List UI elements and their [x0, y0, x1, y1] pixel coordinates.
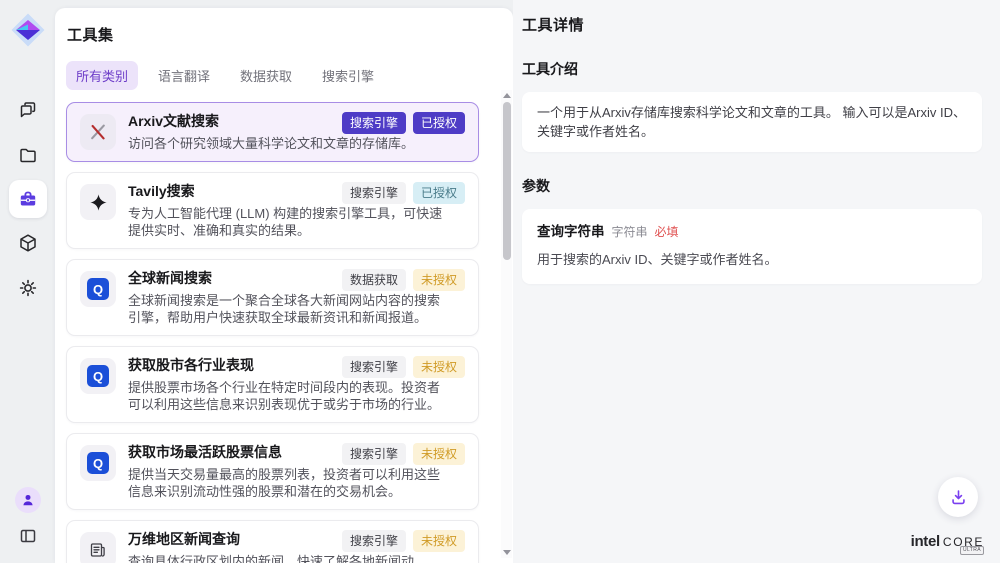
- sidebar-item-models[interactable]: [8, 223, 48, 263]
- auth-badge: 未授权: [413, 443, 465, 465]
- list-scrollbar[interactable]: [501, 90, 512, 558]
- category-badge: 搜索引擎: [342, 112, 406, 134]
- chat-icon: [18, 100, 38, 120]
- sidebar-item-files[interactable]: [8, 135, 48, 175]
- auth-badge: 未授权: [413, 269, 465, 291]
- detail-title: 工具详情: [522, 14, 982, 35]
- tab-language-translation[interactable]: 语言翻译: [148, 61, 220, 90]
- tool-name: 万维地区新闻查询: [128, 530, 240, 549]
- category-badge: 搜索引擎: [342, 182, 406, 204]
- scroll-up-arrow-icon[interactable]: [501, 90, 512, 101]
- scroll-down-arrow-icon[interactable]: [501, 547, 512, 558]
- category-badge: 数据获取: [342, 269, 406, 291]
- tool-card-sector-performance[interactable]: Q 获取股市各行业表现 搜索引擎 未授权 提供股票市场各个行业在特定时间段内的表…: [66, 346, 479, 423]
- auth-badge: 已授权: [413, 112, 465, 134]
- sidebar-bottom: [13, 487, 43, 551]
- auth-badge: 未授权: [413, 356, 465, 378]
- tool-name: 获取股市各行业表现: [128, 356, 254, 375]
- tool-card-tavily[interactable]: Tavily搜索 搜索引擎 已授权 专为人工智能代理 (LLM) 构建的搜索引擎…: [66, 172, 479, 249]
- q-news-icon: Q: [80, 358, 116, 394]
- category-badge: 搜索引擎: [342, 530, 406, 552]
- cube-icon: [18, 233, 38, 253]
- sidebar-item-chat[interactable]: [8, 90, 48, 130]
- intro-heading: 工具介绍: [522, 59, 982, 79]
- parameter-type: 字符串: [612, 223, 648, 242]
- q-logo-glyph: Q: [87, 452, 109, 474]
- tool-description: 专为人工智能代理 (LLM) 构建的搜索引擎工具，可快速提供实时、准确和真实的结…: [128, 205, 446, 239]
- tool-description: 全球新闻搜索是一个聚合全球各大新闻网站内容的搜索引擎，帮助用户快速获取全球最新资…: [128, 292, 446, 326]
- tool-name: 全球新闻搜索: [128, 269, 212, 288]
- tool-name: Tavily搜索: [128, 182, 195, 201]
- parameter-header: 查询字符串 字符串 必填: [537, 222, 967, 242]
- category-tabs: 所有类别 语言翻译 数据获取 搜索引擎: [55, 61, 513, 90]
- tool-list: Arxiv文献搜索 搜索引擎 已授权 访问各个研究领域大量科学论文和文章的存储库…: [55, 100, 513, 563]
- sidebar-rail: [0, 0, 55, 563]
- tool-intro-card: 一个用于从Arxiv存储库搜索科学论文和文章的工具。 输入可以是Arxiv ID…: [522, 92, 982, 152]
- panel-toggle-button[interactable]: [13, 521, 43, 551]
- auth-badge: 未授权: [413, 530, 465, 552]
- tab-all-categories[interactable]: 所有类别: [66, 61, 138, 90]
- q-logo-glyph: Q: [87, 278, 109, 300]
- tool-card-global-news[interactable]: Q 全球新闻搜索 数据获取 未授权 全球新闻搜索是一个聚合全球各大新闻网站内容的…: [66, 259, 479, 336]
- app-logo-icon: [10, 12, 46, 48]
- tool-detail-panel: 工具详情 工具介绍 一个用于从Arxiv存储库搜索科学论文和文章的工具。 输入可…: [513, 0, 1000, 563]
- params-heading: 参数: [522, 176, 982, 196]
- tab-data-acquisition[interactable]: 数据获取: [230, 61, 302, 90]
- category-badge: 搜索引擎: [342, 356, 406, 378]
- parameter-card: 查询字符串 字符串 必填 用于搜索的Arxiv ID、关键字或作者姓名。: [522, 209, 982, 284]
- tool-description: 访问各个研究领域大量科学论文和文章的存储库。: [128, 135, 446, 152]
- tavily-star-icon: [80, 184, 116, 220]
- download-icon: [949, 488, 968, 507]
- user-avatar-icon: [20, 492, 36, 508]
- download-button[interactable]: [938, 477, 978, 517]
- auth-badge: 已授权: [413, 182, 465, 204]
- tool-description: 查询具体行政区划内的新闻，快速了解各地新闻动: [128, 553, 446, 563]
- panel-toggle-icon: [18, 526, 38, 546]
- parameter-description: 用于搜索的Arxiv ID、关键字或作者姓名。: [537, 250, 967, 269]
- tool-name: 获取市场最活跃股票信息: [128, 443, 282, 462]
- category-badge: 搜索引擎: [342, 443, 406, 465]
- tool-description: 提供股票市场各个行业在特定时间段内的表现。投资者可以利用这些信息来识别表现优于或…: [128, 379, 446, 413]
- folder-icon: [18, 145, 38, 165]
- sidebar-nav: [8, 90, 48, 308]
- tab-search-engine[interactable]: 搜索引擎: [312, 61, 384, 90]
- settings-icon: [18, 278, 38, 298]
- parameter-name: 查询字符串: [537, 222, 605, 241]
- intel-wordmark: intel: [911, 533, 940, 550]
- tool-card-regional-news[interactable]: 万维地区新闻查询 搜索引擎 未授权 查询具体行政区划内的新闻，快速了解各地新闻动: [66, 520, 479, 563]
- app-window: 工具集 所有类别 语言翻译 数据获取 搜索引擎 Arxiv文献搜索: [0, 0, 1000, 563]
- q-news-icon: Q: [80, 445, 116, 481]
- newspaper-icon: [80, 532, 116, 563]
- ultra-badge: Ultra: [960, 546, 984, 555]
- intel-core-logo: intel core Ultra: [911, 533, 984, 551]
- required-badge: 必填: [655, 223, 679, 242]
- tool-description: 提供当天交易量最高的股票列表，投资者可以利用这些信息来识别流动性强的股票和潜在的…: [128, 466, 446, 500]
- tool-name: Arxiv文献搜索: [128, 112, 219, 131]
- q-news-icon: Q: [80, 271, 116, 307]
- q-logo-glyph: Q: [87, 365, 109, 387]
- arxiv-icon: [80, 114, 116, 150]
- user-avatar[interactable]: [15, 487, 41, 513]
- tool-card-arxiv[interactable]: Arxiv文献搜索 搜索引擎 已授权 访问各个研究领域大量科学论文和文章的存储库…: [66, 102, 479, 162]
- toolbox-icon: [18, 189, 38, 209]
- sidebar-item-settings[interactable]: [8, 268, 48, 308]
- toolset-panel: 工具集 所有类别 语言翻译 数据获取 搜索引擎 Arxiv文献搜索: [55, 8, 513, 563]
- sidebar-item-toolbox[interactable]: [9, 180, 47, 218]
- toolset-title: 工具集: [55, 24, 513, 45]
- tool-card-most-active-stocks[interactable]: Q 获取市场最活跃股票信息 搜索引擎 未授权 提供当天交易量最高的股票列表，投资…: [66, 433, 479, 510]
- scrollbar-thumb[interactable]: [503, 102, 511, 260]
